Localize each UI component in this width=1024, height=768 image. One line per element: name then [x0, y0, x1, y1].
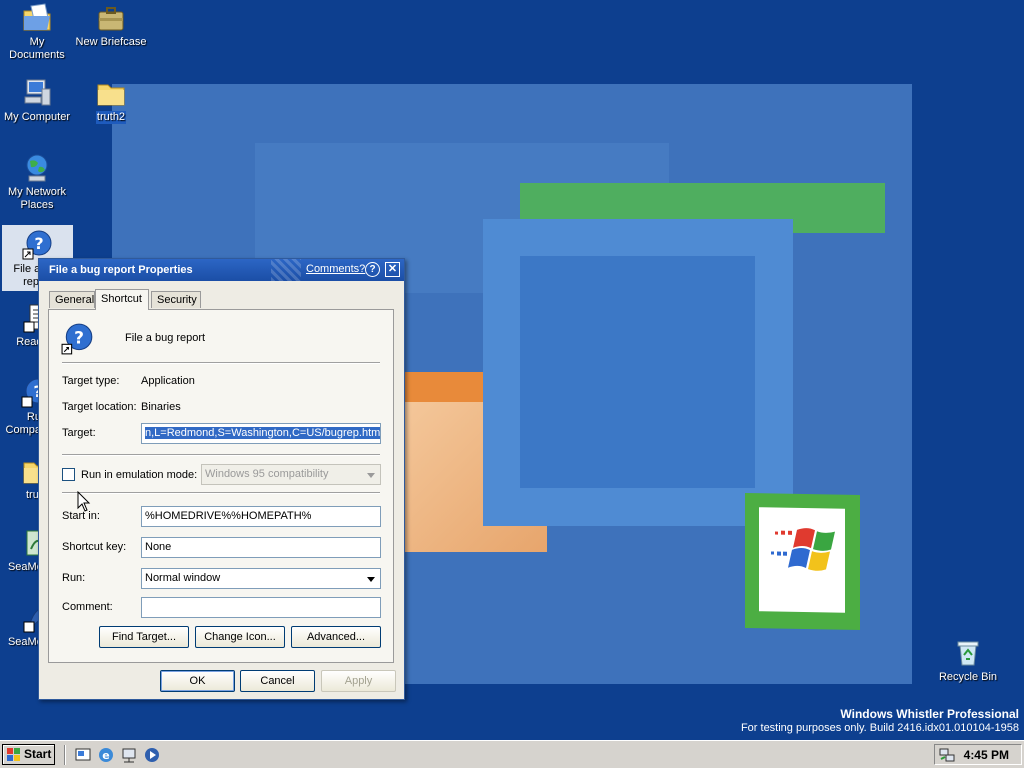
- mouse-cursor-icon: [77, 491, 91, 512]
- separator: [62, 454, 380, 456]
- run-select[interactable]: Normal window: [141, 568, 381, 589]
- briefcase-icon: [98, 7, 124, 31]
- comments-link[interactable]: Comments?: [306, 263, 365, 275]
- cancel-button[interactable]: Cancel: [240, 670, 315, 692]
- dialog-titlebar[interactable]: File a bug report Properties Comments? ?…: [39, 259, 404, 281]
- shortcut-key-label: Shortcut key:: [62, 541, 127, 553]
- shortcut-key-input[interactable]: None: [141, 537, 381, 558]
- network-status-icon[interactable]: [939, 747, 955, 763]
- target-type-value: Application: [141, 375, 195, 387]
- build-label: For testing purposes only. Build 2416.id…: [740, 722, 1019, 734]
- folder-icon: [97, 84, 125, 106]
- internet-explorer-icon[interactable]: e: [97, 746, 115, 764]
- start-button[interactable]: Start: [2, 744, 55, 765]
- advanced-button[interactable]: Advanced...: [291, 626, 381, 648]
- close-button[interactable]: ✕: [385, 262, 400, 277]
- separator: [62, 492, 380, 494]
- clock[interactable]: 4:45 PM: [964, 748, 1009, 762]
- chevron-down-icon[interactable]: [363, 570, 379, 587]
- target-input[interactable]: n,L=Redmond,S=Washington,C=US/bugrep.htm: [141, 423, 381, 444]
- desktop-icon-new-briefcase[interactable]: New Briefcase: [74, 2, 148, 49]
- tab-shortcut[interactable]: Shortcut: [95, 289, 149, 310]
- quicklaunch-separator: [64, 745, 66, 765]
- desktop-icon-my-documents[interactable]: My Documents: [0, 2, 74, 62]
- start-label: Start: [24, 747, 52, 761]
- svg-text:?: ?: [74, 328, 84, 348]
- network-icon[interactable]: [120, 746, 138, 764]
- find-target-button[interactable]: Find Target...: [99, 626, 189, 648]
- network-globe-icon: [26, 154, 48, 182]
- svg-text:e: e: [102, 749, 109, 762]
- emulation-select[interactable]: Windows 95 compatibility: [201, 464, 381, 485]
- recycle-bin-icon: [957, 641, 979, 666]
- windows-flag-icon: [771, 528, 835, 571]
- computer-icon: [24, 79, 51, 106]
- emulation-label: Run in emulation mode:: [81, 469, 198, 481]
- documents-folder-icon: [23, 3, 51, 31]
- target-location-label: Target location:: [62, 401, 137, 413]
- titlebar-texture: [271, 259, 301, 281]
- media-player-icon[interactable]: [143, 746, 161, 764]
- windows-flag-icon: [7, 748, 20, 761]
- target-type-label: Target type:: [62, 375, 120, 387]
- run-label: Run:: [62, 572, 86, 584]
- separator: [62, 362, 380, 364]
- apply-button[interactable]: Apply: [321, 670, 396, 692]
- desktop-icon-my-computer[interactable]: My Computer: [0, 77, 74, 124]
- target-value: n,L=Redmond,S=Washington,C=US/bugrep.htm: [145, 427, 381, 439]
- chevron-down-icon: [363, 466, 379, 483]
- os-edition-label: Windows Whistler Professional: [840, 707, 1019, 721]
- svg-text:?: ?: [34, 234, 43, 253]
- emulation-value: Windows 95 compatibility: [205, 468, 329, 480]
- target-location-value: Binaries: [141, 401, 181, 413]
- dialog-title: File a bug report Properties: [49, 264, 193, 276]
- windows-logo-card: [745, 492, 860, 631]
- wallpaper-blue-square-inner: [520, 256, 755, 488]
- tab-security[interactable]: Security: [151, 291, 201, 308]
- properties-dialog: File a bug report Properties Comments? ?…: [38, 258, 405, 700]
- show-desktop-icon[interactable]: [74, 746, 92, 764]
- emulation-checkbox[interactable]: [62, 468, 75, 481]
- comment-input[interactable]: [141, 597, 381, 618]
- help-shortcut-icon: ?: [61, 323, 93, 355]
- run-value: Normal window: [145, 572, 221, 584]
- system-tray: 4:45 PM: [934, 744, 1022, 765]
- start-in-input[interactable]: %HOMEDRIVE%%HOMEPATH%: [141, 506, 381, 527]
- desktop-icon-truth2[interactable]: truth2: [74, 77, 148, 124]
- shortcut-name: File a bug report: [125, 332, 206, 344]
- change-icon-button[interactable]: Change Icon...: [195, 626, 285, 648]
- wallpaper-orange-bar: [405, 372, 485, 402]
- help-button[interactable]: ?: [365, 262, 380, 277]
- comment-label: Comment:: [62, 601, 113, 613]
- desktop-icon-my-network-places[interactable]: My Network Places: [0, 152, 74, 212]
- help-shortcut-icon: ?: [22, 230, 51, 260]
- ok-button[interactable]: OK: [160, 670, 235, 692]
- desktop-icon-recycle-bin[interactable]: Recycle Bin: [931, 637, 1005, 684]
- tab-general[interactable]: General: [49, 291, 95, 308]
- taskbar: Start e 4:45 PM: [0, 740, 1024, 768]
- shortcut-panel: ? File a bug report Target type: Applica…: [48, 309, 394, 663]
- target-label: Target:: [62, 427, 96, 439]
